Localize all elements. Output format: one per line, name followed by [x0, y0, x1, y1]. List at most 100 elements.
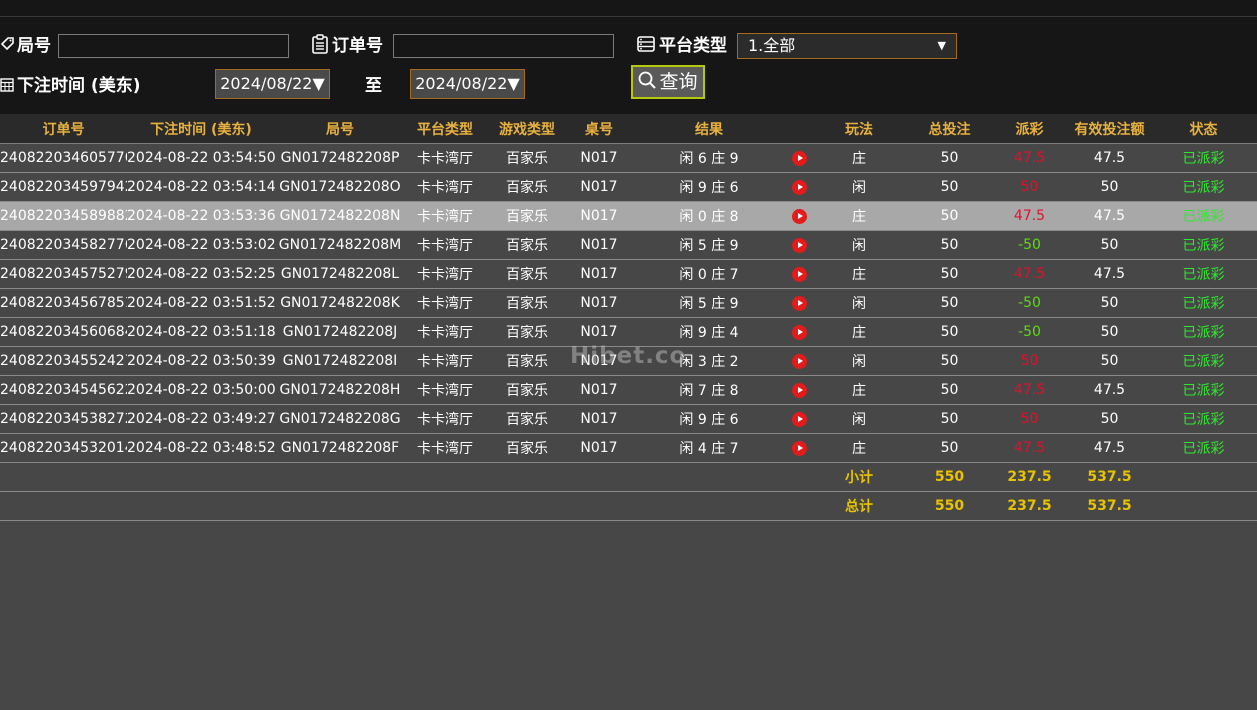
- valid-bet-cell: 50: [1069, 230, 1150, 260]
- game-type-cell: 百家乐: [485, 143, 569, 173]
- play-video-icon[interactable]: [791, 237, 807, 253]
- tag-icon: [0, 36, 14, 57]
- column-header: [789, 114, 809, 144]
- column-header: 局号: [275, 114, 405, 144]
- platform-cell: 卡卡湾厅: [405, 404, 485, 434]
- status-cell: 已派彩: [1150, 346, 1257, 376]
- bet-play-cell: 庄: [809, 375, 909, 405]
- bet-time-cell: 2024-08-22 03:51:52: [127, 288, 275, 318]
- table-no-cell: N017: [569, 375, 629, 405]
- order-id-cell: 240822034597942: [0, 172, 127, 202]
- subtotal-label: 小计: [809, 462, 909, 492]
- round-id-cell: GN0172482208G: [275, 404, 405, 434]
- table-row[interactable]: 240822034605770 2024-08-22 03:54:50 GN0172…: [0, 143, 1257, 173]
- order-id-cell: 240822034532014: [0, 433, 127, 463]
- table-row[interactable]: 240822034538272 2024-08-22 03:49:27 GN0172…: [0, 404, 1257, 434]
- date-to-picker[interactable]: 2024/08/22▼: [410, 69, 525, 99]
- video-cell: [789, 230, 809, 260]
- play-video-icon[interactable]: [791, 382, 807, 398]
- game-type-cell: 百家乐: [485, 172, 569, 202]
- order-id-cell: 240822034589882: [0, 201, 127, 231]
- bet-time-cell: 2024-08-22 03:51:18: [127, 317, 275, 347]
- clipboard-icon: [311, 33, 329, 59]
- play-video-icon[interactable]: [791, 208, 807, 224]
- game-type-cell: 百家乐: [485, 259, 569, 289]
- empty-cell: [275, 491, 405, 521]
- table-no-cell: N017: [569, 404, 629, 434]
- bet-play-cell: 庄: [809, 201, 909, 231]
- column-header: 桌号: [569, 114, 629, 144]
- result-cell: 闲 4 庄 7: [629, 433, 789, 463]
- bet-time-cell: 2024-08-22 03:53:02: [127, 230, 275, 260]
- round-id-cell: GN0172482208P: [275, 143, 405, 173]
- bet-time-cell: 2024-08-22 03:53:36: [127, 201, 275, 231]
- total-bet-cell: 50: [909, 404, 990, 434]
- bet-time-cell: 2024-08-22 03:54:14: [127, 172, 275, 202]
- play-video-icon[interactable]: [791, 150, 807, 166]
- table-row[interactable]: 240822034532014 2024-08-22 03:48:52 GN0172…: [0, 433, 1257, 463]
- video-cell: [789, 201, 809, 231]
- query-button[interactable]: 查询: [631, 65, 705, 99]
- platform-select-value: 1.全部: [748, 36, 796, 55]
- play-video-icon[interactable]: [791, 266, 807, 282]
- bet-time-cell: 2024-08-22 03:50:00: [127, 375, 275, 405]
- round-input[interactable]: [58, 34, 289, 58]
- empty-cell: [127, 491, 275, 521]
- play-video-icon[interactable]: [791, 440, 807, 456]
- order-input[interactable]: [393, 34, 614, 58]
- top-divider: [0, 16, 1257, 17]
- play-video-icon[interactable]: [791, 353, 807, 369]
- video-cell: [789, 172, 809, 202]
- watermark: Hibet.co: [570, 343, 687, 369]
- column-header: 订单号: [0, 114, 127, 144]
- valid-bet-cell: 50: [1069, 317, 1150, 347]
- play-video-icon[interactable]: [791, 179, 807, 195]
- game-type-cell: 百家乐: [485, 230, 569, 260]
- empty-cell: [405, 491, 485, 521]
- bet-play-cell: 闲: [809, 346, 909, 376]
- table-row[interactable]: 240822034575279 2024-08-22 03:52:25 GN0172…: [0, 259, 1257, 289]
- game-type-cell: 百家乐: [485, 433, 569, 463]
- empty-cell: [569, 462, 629, 492]
- bet-play-cell: 庄: [809, 433, 909, 463]
- empty-cell: [789, 462, 809, 492]
- round-id-cell: GN0172482208K: [275, 288, 405, 318]
- payout-cell: 47.5: [990, 143, 1069, 173]
- status-cell: 已派彩: [1150, 433, 1257, 463]
- table-row[interactable]: 240822034567851 2024-08-22 03:51:52 GN0172…: [0, 288, 1257, 318]
- play-video-icon[interactable]: [791, 411, 807, 427]
- platform-select[interactable]: 1.全部 ▼: [737, 33, 957, 59]
- query-button-label: 查询: [659, 71, 698, 93]
- platform-cell: 卡卡湾厅: [405, 317, 485, 347]
- payout-cell: 50: [990, 172, 1069, 202]
- table-row[interactable]: 240822034582776 2024-08-22 03:53:02 GN0172…: [0, 230, 1257, 260]
- column-header: 总投注: [909, 114, 990, 144]
- bet-play-cell: 庄: [809, 259, 909, 289]
- total-bet-cell: 50: [909, 375, 990, 405]
- video-cell: [789, 346, 809, 376]
- table-row[interactable]: 240822034589882 2024-08-22 03:53:36 GN0172…: [0, 201, 1257, 231]
- table-row[interactable]: 240822034545622 2024-08-22 03:50:00 GN0172…: [0, 375, 1257, 405]
- round-id-cell: GN0172482208L: [275, 259, 405, 289]
- valid-bet-cell: 50: [1069, 172, 1150, 202]
- date-from-picker[interactable]: 2024/08/22▼: [215, 69, 330, 99]
- valid-bet-cell: 47.5: [1069, 259, 1150, 289]
- round-id-cell: GN0172482208O: [275, 172, 405, 202]
- play-video-icon[interactable]: [791, 295, 807, 311]
- payout-cell: 50: [990, 404, 1069, 434]
- order-filter-label: 订单号: [311, 31, 383, 59]
- empty-cell: [0, 491, 127, 521]
- total-valid: 537.5: [1069, 491, 1150, 521]
- result-cell: 闲 9 庄 6: [629, 404, 789, 434]
- play-video-icon[interactable]: [791, 324, 807, 340]
- platform-cell: 卡卡湾厅: [405, 201, 485, 231]
- game-type-cell: 百家乐: [485, 201, 569, 231]
- order-id-cell: 240822034575279: [0, 259, 127, 289]
- empty-cell: [569, 491, 629, 521]
- valid-bet-cell: 50: [1069, 288, 1150, 318]
- table-row[interactable]: 240822034597942 2024-08-22 03:54:14 GN0172…: [0, 172, 1257, 202]
- table-no-cell: N017: [569, 230, 629, 260]
- round-filter-label: 局号: [0, 31, 51, 57]
- platform-cell: 卡卡湾厅: [405, 259, 485, 289]
- total-bet-cell: 50: [909, 317, 990, 347]
